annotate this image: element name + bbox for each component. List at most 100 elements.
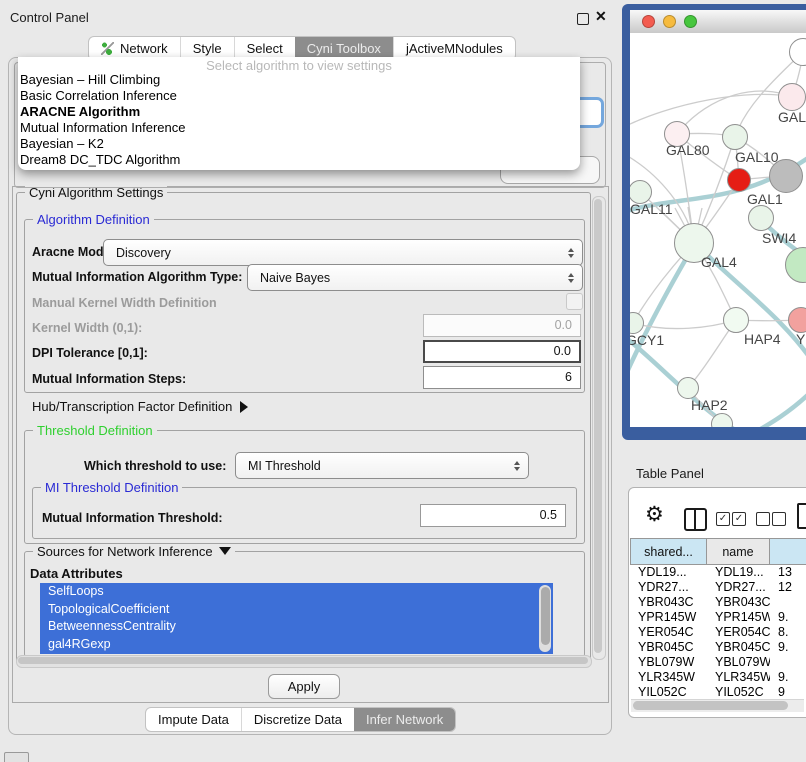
screen: Control Panel ✕ NetworkStyleSelectCyni T…: [0, 0, 806, 762]
table-cell: 9: [770, 685, 806, 700]
sources-legend[interactable]: Sources for Network Inference: [33, 544, 235, 559]
collapse-down-icon: [219, 547, 231, 555]
kernel-width-label: Kernel Width (0,1):: [32, 321, 142, 335]
apply-button[interactable]: Apply: [268, 674, 340, 699]
hub-definition-label: Hub/Transcription Factor Definition: [32, 399, 232, 414]
table-row[interactable]: YBR043CYBR043C: [630, 595, 806, 610]
node-hap2[interactable]: [677, 377, 699, 399]
table-cell: [770, 595, 806, 610]
table-cell: 8.: [770, 625, 806, 640]
scrollbar-thumb[interactable]: [541, 587, 550, 645]
node-gal1[interactable]: [727, 168, 751, 192]
mi-threshold-label: Mutual Information Threshold:: [42, 511, 223, 525]
table-cell: YBR043C: [630, 595, 707, 610]
split-columns-icon[interactable]: [684, 508, 707, 531]
unchecked-checkbox-icon[interactable]: [772, 512, 786, 526]
network-icon: [101, 42, 114, 55]
data-attributes-list[interactable]: SelfLoopsTopologicalCoefficientBetweenne…: [40, 583, 553, 654]
checked-checkbox-icon[interactable]: ✓: [716, 512, 730, 526]
network-window-titlebar[interactable]: [630, 10, 806, 34]
tab-label: Infer Network: [366, 712, 443, 727]
algorithm-option-bayesian-k2[interactable]: Bayesian – K2: [20, 136, 104, 152]
tab-infer-network[interactable]: Infer Network: [354, 708, 455, 731]
tab-discretize-data[interactable]: Discretize Data: [241, 708, 354, 731]
table-horizontal-scrollbar[interactable]: [631, 699, 804, 712]
scrollbar-thumb[interactable]: [633, 701, 788, 710]
tab-label: Cyni Toolbox: [307, 41, 381, 56]
algorithm-dropdown-placeholder: Select algorithm to view settings: [18, 58, 580, 73]
scrollbar-thumb[interactable]: [18, 657, 588, 664]
table-row[interactable]: YPR145WYPR145W9.: [630, 610, 806, 625]
aracne-mode-select[interactable]: Discovery: [103, 239, 583, 266]
table-row[interactable]: YDL19...YDL19...13: [630, 565, 806, 580]
node-label-gal: GAL: [778, 109, 806, 125]
document-icon[interactable]: [797, 503, 806, 529]
node-hap4[interactable]: [723, 307, 749, 333]
tab-impute-data[interactable]: Impute Data: [146, 708, 241, 731]
algorithm-option-aracne-algorithm[interactable]: ARACNE Algorithm: [20, 104, 140, 120]
table-row[interactable]: YIL052CYIL052C9: [630, 685, 806, 700]
algorithm-option-bayesian-hill-climbing[interactable]: Bayesian – Hill Climbing: [20, 72, 160, 88]
table-row[interactable]: YER054CYER054C8.: [630, 625, 806, 640]
node-gal10[interactable]: [722, 124, 748, 150]
bottom-left-mini-button[interactable]: [4, 752, 29, 762]
which-threshold-value: MI Threshold: [248, 459, 321, 473]
column-header-shared[interactable]: shared...: [630, 538, 707, 565]
close-traffic-icon[interactable]: [642, 15, 655, 28]
node-unlabeled[interactable]: [769, 159, 803, 193]
table-cell: YPR145W: [707, 610, 770, 625]
mi-threshold-field[interactable]: 0.5: [420, 504, 566, 527]
node-label-gal11: GAL11: [630, 201, 673, 217]
algorithm-definition-legend: Algorithm Definition: [33, 212, 154, 227]
checked-checkbox-icon[interactable]: ✓: [732, 512, 746, 526]
node-swi4[interactable]: [748, 205, 774, 231]
attributes-list-scrollbar[interactable]: [539, 585, 551, 652]
node-label-gal80: GAL80: [666, 142, 710, 158]
algorithm-option-basic-correlation-inference[interactable]: Basic Correlation Inference: [20, 88, 177, 104]
close-icon[interactable]: ✕: [595, 8, 607, 25]
settings-horizontal-scrollbar[interactable]: [16, 655, 592, 668]
table-row[interactable]: YBL079WYBL079W: [630, 655, 806, 670]
settings-vertical-scrollbar[interactable]: [592, 196, 606, 660]
attribute-item-gal4rgexp[interactable]: gal4RGexp: [40, 636, 553, 654]
table-row[interactable]: YLR345WYLR345W9.: [630, 670, 806, 685]
unchecked-checkbox-icon[interactable]: [756, 512, 770, 526]
node-gal[interactable]: [778, 83, 806, 111]
node-label-gcy1: GCY1: [630, 332, 664, 348]
hub-definition-toggle[interactable]: Hub/Transcription Factor Definition: [32, 399, 248, 414]
which-threshold-select[interactable]: MI Threshold: [235, 452, 529, 479]
dpi-tolerance-field[interactable]: 0.0: [423, 340, 581, 363]
zoom-traffic-icon[interactable]: [684, 15, 697, 28]
node-label-gal1: GAL1: [747, 191, 783, 207]
mi-threshold-definition-legend: MI Threshold Definition: [41, 480, 182, 495]
network-canvas[interactable]: GALGAL80GAL10GAL1GAL11SWI4GAL4GCY1HAP4YH…: [630, 33, 806, 427]
minimize-traffic-icon[interactable]: [663, 15, 676, 28]
manual-kernel-checkbox[interactable]: [566, 293, 583, 310]
mi-type-select[interactable]: Naive Bayes: [247, 264, 583, 291]
table-row[interactable]: YDR27...YDR27...12: [630, 580, 806, 595]
data-attributes-label: Data Attributes: [30, 566, 123, 581]
table-header: shared...name: [630, 538, 806, 565]
scrollbar-thumb[interactable]: [594, 199, 602, 653]
attribute-item-betweennesscentrality[interactable]: BetweennessCentrality: [40, 618, 553, 636]
algorithm-option-dream8-dc-tdc-algorithm[interactable]: Dream8 DC_TDC Algorithm: [20, 152, 180, 168]
table-cell: 13: [770, 565, 806, 580]
mi-steps-field[interactable]: 6: [423, 366, 581, 389]
table-body: YDL19...YDL19...13YDR27...YDR27...12YBR0…: [630, 565, 806, 700]
cyni-bottom-tabs: Impute DataDiscretize Data Infer Network: [145, 707, 456, 732]
attribute-item-selfloops[interactable]: SelfLoops: [40, 583, 553, 601]
table-row[interactable]: YBR045CYBR045C9.: [630, 640, 806, 655]
attribute-item-topologicalcoefficient[interactable]: TopologicalCoefficient: [40, 601, 553, 619]
column-header-partial[interactable]: [770, 538, 806, 565]
table-cell: [770, 655, 806, 670]
node-label-hap4: HAP4: [744, 331, 781, 347]
tab-label: Style: [193, 41, 222, 56]
algorithm-option-mutual-information-inference[interactable]: Mutual Information Inference: [20, 120, 185, 136]
column-header-name[interactable]: name: [707, 538, 770, 565]
tab-label: Network: [120, 41, 168, 56]
stepper-icon: [568, 248, 574, 258]
gear-icon[interactable]: ⚙: [645, 502, 664, 527]
node-label-swi4: SWI4: [762, 230, 796, 246]
kernel-width-field[interactable]: 0.0: [423, 314, 581, 337]
float-window-icon[interactable]: [577, 13, 589, 25]
